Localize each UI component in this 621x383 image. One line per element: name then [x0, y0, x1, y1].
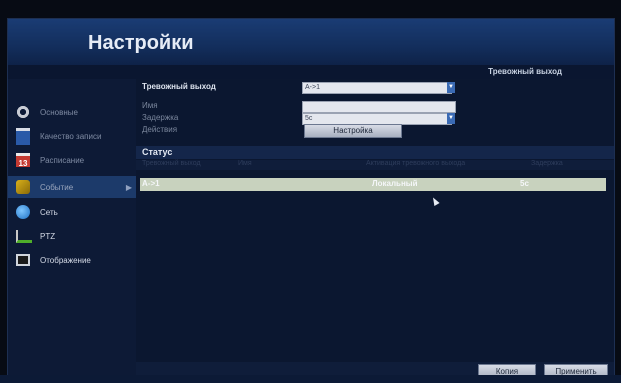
status-table-header: Тревожный выход Имя Активация тревожного…	[136, 160, 614, 170]
monitor-icon	[16, 254, 30, 266]
delay-label: Задержка	[142, 113, 179, 122]
name-field[interactable]	[302, 101, 456, 113]
panel-title: Тревожный выход	[488, 67, 562, 76]
column-header: Тревожный выход	[142, 160, 201, 167]
settings-window: Настройки Тревожный выход Основные Качес…	[7, 18, 615, 379]
panel-header: Тревожный выход	[8, 65, 614, 79]
window-title: Настройки	[88, 32, 194, 54]
row-activation: Локальный	[372, 179, 418, 188]
sidebar-item-schedule[interactable]: 13 Расписание	[8, 149, 136, 171]
ptz-icon	[16, 229, 32, 243]
row-output: A->1	[142, 179, 160, 188]
sidebar-item-label: PTZ	[40, 231, 56, 241]
sidebar-item-label: Отображение	[40, 255, 91, 265]
alarm-output-label: Тревожный выход	[142, 82, 216, 91]
sidebar-item-label: Событие	[40, 182, 74, 192]
alarm-icon	[16, 180, 30, 194]
screen: Настройки Тревожный выход Основные Качес…	[0, 0, 621, 383]
column-header: Имя	[238, 160, 252, 167]
delay-value: 5с	[305, 115, 313, 122]
sidebar-item-general[interactable]: Основные	[8, 101, 136, 123]
status-header: Статус	[136, 146, 614, 159]
title-bar: Настройки	[8, 19, 614, 65]
alarm-output-row: Тревожный выход A->1 ▼	[142, 82, 472, 94]
sidebar-item-label: Качество записи	[40, 131, 102, 141]
delay-row: Задержка 5с ▼	[142, 113, 472, 125]
gear-icon	[16, 105, 30, 119]
sidebar: Основные Качество записи 13 Расписание С…	[8, 79, 136, 376]
film-icon	[16, 127, 30, 145]
row-delay: 5с	[520, 179, 529, 188]
sidebar-item-record-quality[interactable]: Качество записи	[8, 125, 136, 147]
action-label: Действия	[142, 125, 178, 134]
column-header: Активация тревожного выхода	[366, 160, 466, 167]
calendar-icon: 13	[16, 153, 30, 168]
column-header: Задержка	[531, 160, 563, 167]
sidebar-item-label: Расписание	[40, 155, 85, 165]
main-panel: Тревожный выход A->1 ▼ Имя Задержка 5с ▼…	[136, 79, 614, 379]
network-icon	[16, 205, 30, 219]
bottom-strip	[0, 375, 621, 383]
setup-button[interactable]: Настройка	[304, 124, 402, 138]
action-row: Действия Настройка	[142, 124, 472, 138]
footer-bar	[136, 362, 614, 376]
name-row: Имя	[142, 101, 472, 113]
sidebar-item-display[interactable]: Отображение	[8, 249, 136, 271]
chevron-down-icon[interactable]: ▼	[447, 82, 455, 93]
sidebar-item-label: Сеть	[40, 207, 58, 217]
sidebar-item-event[interactable]: Событие ▶	[8, 176, 136, 198]
chevron-right-icon: ▶	[125, 182, 132, 192]
status-title: Статус	[142, 147, 173, 157]
table-row[interactable]: A->1 Локальный 5с	[140, 178, 606, 191]
mouse-cursor-icon	[430, 196, 440, 206]
sidebar-item-ptz[interactable]: PTZ	[8, 225, 136, 247]
sidebar-item-network[interactable]: Сеть	[8, 201, 136, 223]
sidebar-item-label: Основные	[40, 107, 78, 117]
chevron-down-icon[interactable]: ▼	[447, 113, 455, 124]
name-label: Имя	[142, 101, 158, 110]
alarm-output-value: A->1	[305, 84, 320, 91]
alarm-output-select[interactable]: A->1 ▼	[302, 82, 455, 94]
